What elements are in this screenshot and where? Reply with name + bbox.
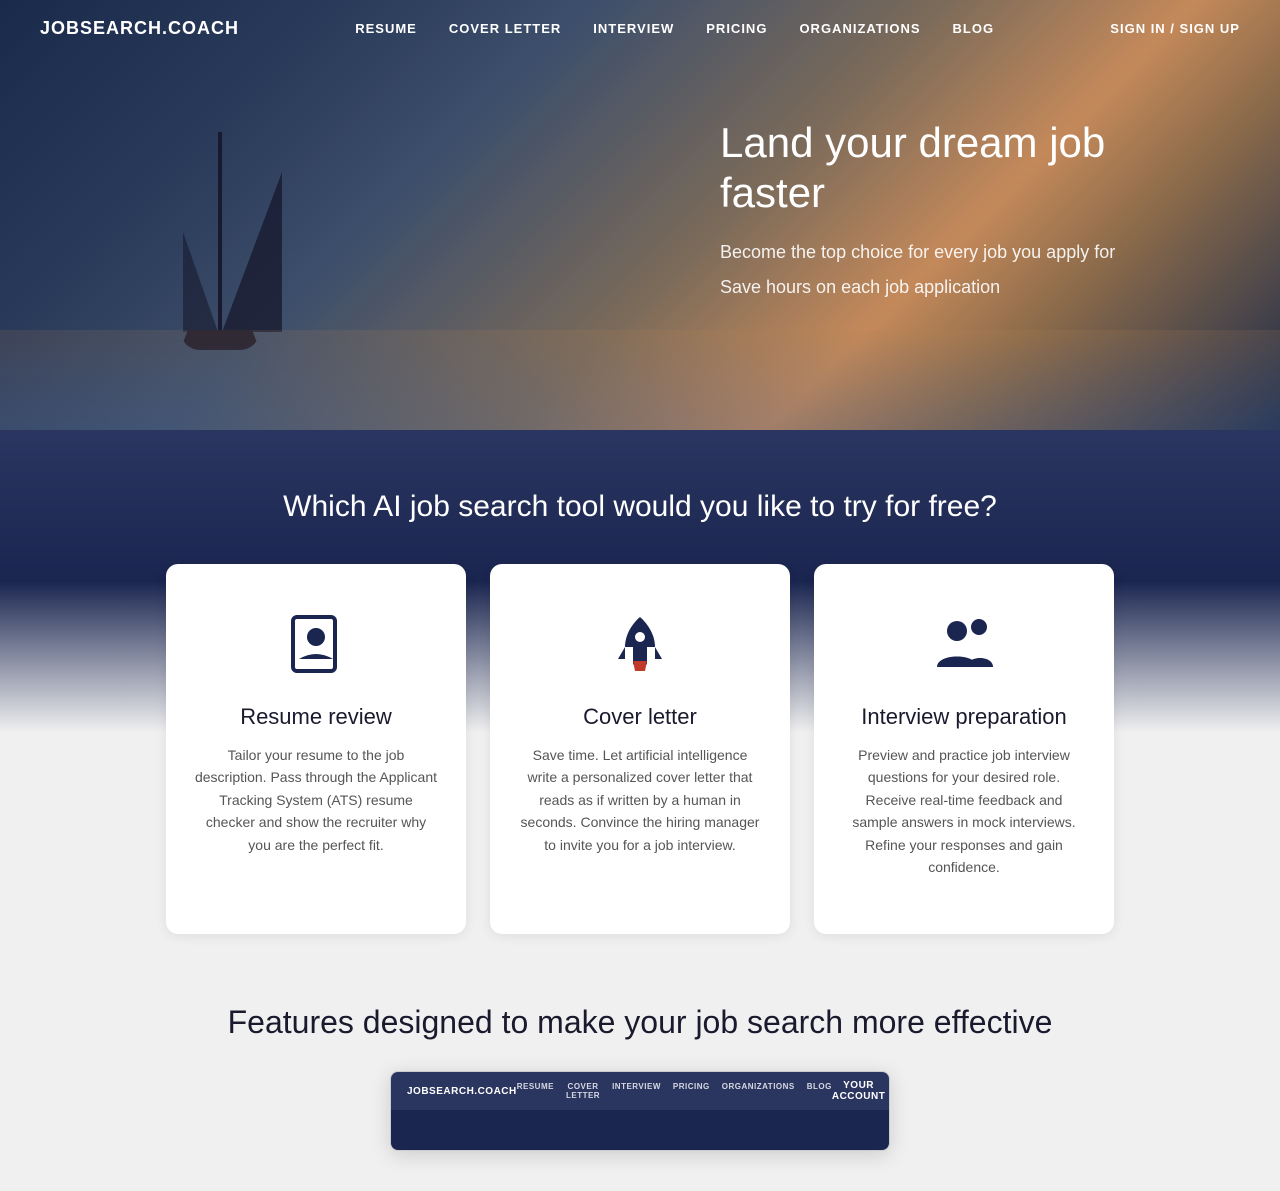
- features-section: Features designed to make your job searc…: [0, 934, 1280, 1191]
- sail-front: [183, 232, 218, 332]
- which-section: Which AI job search tool would you like …: [0, 430, 1280, 934]
- browser-account: YOUR ACCOUNT: [832, 1080, 885, 1102]
- nav-links: RESUME COVER LETTER INTERVIEW PRICING OR…: [355, 21, 994, 36]
- browser-link-blog: BLOG: [807, 1082, 832, 1100]
- hero-text: Land your dream job faster Become the to…: [720, 118, 1280, 313]
- boat-mast: [218, 132, 222, 332]
- interview-card-title: Interview preparation: [861, 704, 1066, 730]
- water-reflection: [0, 330, 1280, 430]
- hero-subtitle-2: Save hours on each job application: [720, 277, 1200, 298]
- cards-row: Resume review Tailor your resume to the …: [115, 564, 1165, 934]
- resume-icon: [276, 604, 356, 684]
- interview-icon: [924, 604, 1004, 684]
- interview-card[interactable]: Interview preparation Preview and practi…: [814, 564, 1114, 934]
- resume-card[interactable]: Resume review Tailor your resume to the …: [166, 564, 466, 934]
- hero-subtitle-1: Become the top choice for every job you …: [720, 242, 1200, 263]
- hero-title: Land your dream job faster: [720, 118, 1200, 219]
- cover-letter-icon: [600, 604, 680, 684]
- interview-card-desc: Preview and practice job interview quest…: [842, 744, 1086, 878]
- nav-interview[interactable]: INTERVIEW: [593, 21, 674, 36]
- nav-pricing[interactable]: PRICING: [706, 21, 767, 36]
- browser-bar: JOBSEARCH.COACH RESUME COVER LETTER INTE…: [391, 1072, 889, 1110]
- hero-section: Land your dream job faster Become the to…: [0, 0, 1280, 430]
- browser-preview: JOBSEARCH.COACH RESUME COVER LETTER INTE…: [390, 1071, 890, 1151]
- which-title: Which AI job search tool would you like …: [20, 490, 1260, 524]
- browser-content: [391, 1110, 889, 1150]
- sail-main: [222, 172, 282, 332]
- nav-organizations[interactable]: ORGANIZATIONS: [799, 21, 920, 36]
- browser-logo: JOBSEARCH.COACH: [407, 1086, 517, 1097]
- browser-nav-links: RESUME COVER LETTER INTERVIEW PRICING OR…: [517, 1082, 832, 1100]
- browser-link-organizations: ORGANIZATIONS: [722, 1082, 795, 1100]
- browser-link-cover-letter: COVER LETTER: [566, 1082, 600, 1100]
- resume-card-desc: Tailor your resume to the job descriptio…: [194, 744, 438, 856]
- browser-link-resume: RESUME: [517, 1082, 554, 1100]
- cover-letter-card[interactable]: Cover letter Save time. Let artificial i…: [490, 564, 790, 934]
- resume-card-title: Resume review: [240, 704, 392, 730]
- nav-logo[interactable]: JOBSEARCH.COACH: [40, 18, 239, 39]
- nav-resume[interactable]: RESUME: [355, 21, 417, 36]
- browser-link-interview: INTERVIEW: [612, 1082, 661, 1100]
- features-title: Features designed to make your job searc…: [20, 1004, 1260, 1041]
- signin-button[interactable]: SIGN IN / SIGN UP: [1110, 21, 1240, 36]
- nav-blog[interactable]: BLOG: [953, 21, 995, 36]
- cover-letter-card-title: Cover letter: [583, 704, 697, 730]
- sailboat-illustration: [120, 70, 320, 350]
- browser-link-pricing: PRICING: [673, 1082, 710, 1100]
- navbar: JOBSEARCH.COACH RESUME COVER LETTER INTE…: [0, 0, 1280, 56]
- cover-letter-card-desc: Save time. Let artificial intelligence w…: [518, 744, 762, 856]
- nav-cover-letter[interactable]: COVER LETTER: [449, 21, 561, 36]
